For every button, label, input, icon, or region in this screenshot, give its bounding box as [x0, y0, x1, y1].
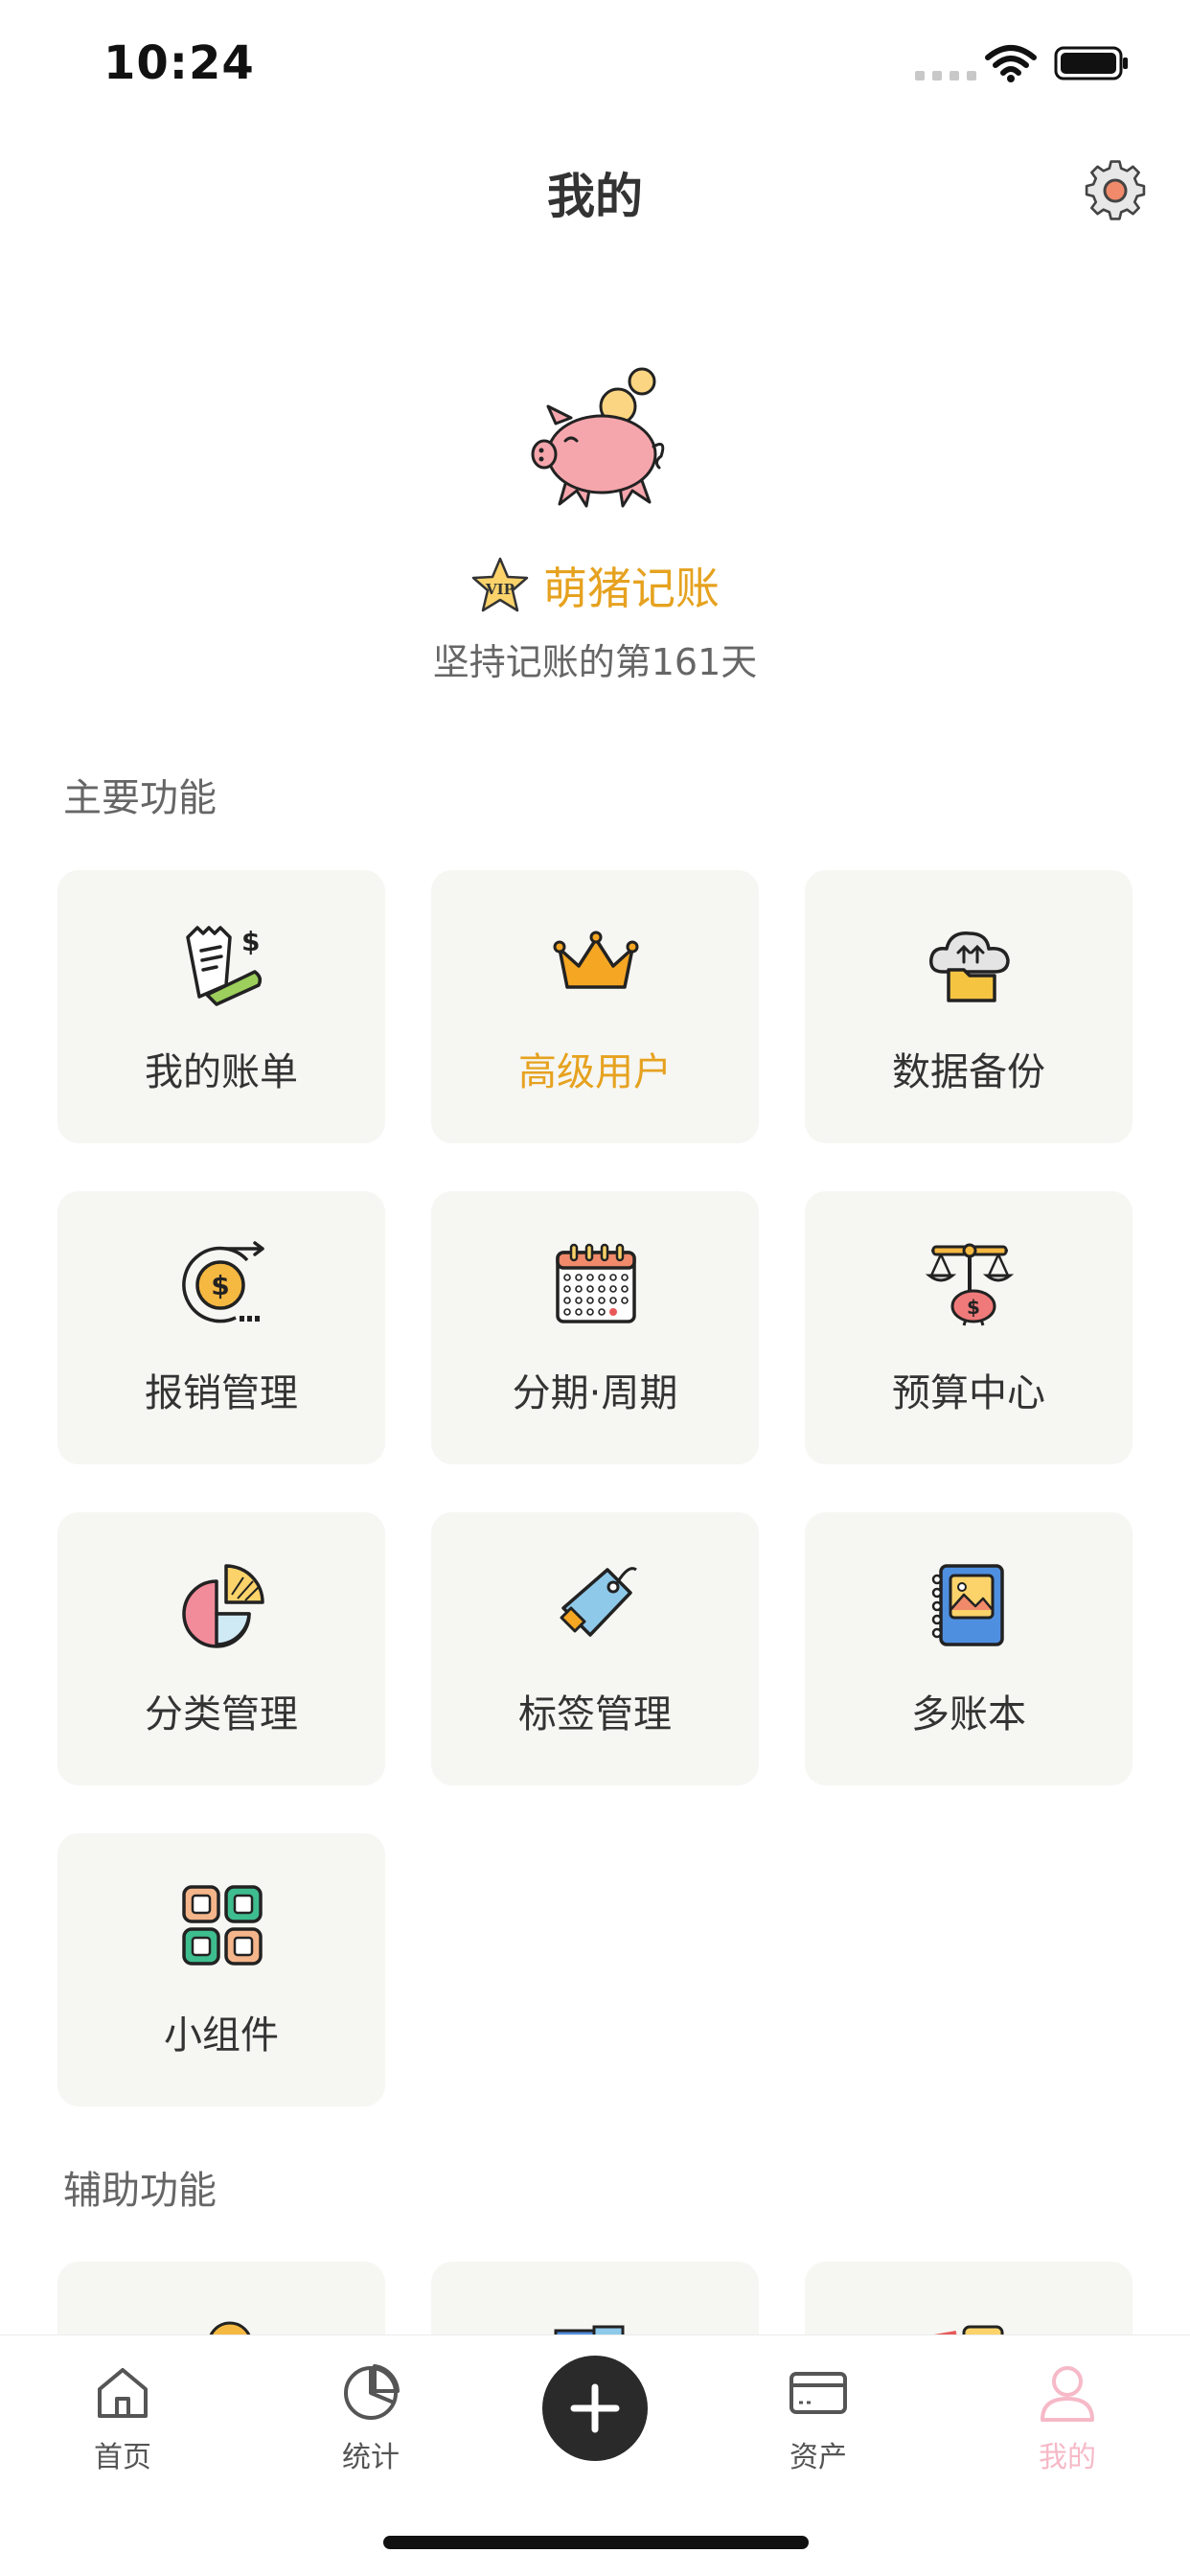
svg-text:$: $: [967, 1296, 980, 1319]
tab-label: 首页: [94, 2441, 151, 2474]
cellular-signal-icon: [915, 71, 976, 80]
tab-label: 统计: [342, 2441, 400, 2474]
feature-label: 多账本: [911, 1692, 1026, 1736]
feature-label: 数据备份: [892, 1050, 1045, 1094]
tab-assets[interactable]: 资产: [742, 2362, 895, 2475]
feature-widgets[interactable]: 小组件: [57, 1833, 385, 2106]
tab-stats[interactable]: 统计: [294, 2362, 447, 2475]
feature-premium-user[interactable]: 高级用户: [431, 870, 759, 1143]
tab-label: 我的: [1039, 2441, 1096, 2474]
receipt-money-icon: $: [186, 926, 263, 1006]
vip-row[interactable]: VIP 萌猪记账: [0, 554, 1190, 617]
tab-home[interactable]: 首页: [46, 2362, 199, 2475]
section-title-main: 主要功能: [63, 776, 217, 820]
coin-refund-icon: $: [182, 1241, 264, 1323]
feature-budget-center[interactable]: $ 预算中心: [805, 1191, 1133, 1464]
home-indicator: [383, 2536, 809, 2549]
tab-mine[interactable]: 我的: [991, 2362, 1144, 2475]
feature-label: 高级用户: [518, 1050, 672, 1094]
settings-gear-icon[interactable]: [1083, 158, 1148, 223]
section-title-aux: 辅助功能: [63, 2169, 217, 2213]
feature-my-bills[interactable]: $ 我的账单: [57, 870, 385, 1143]
wifi-icon: [985, 45, 1037, 82]
vip-badge-text: VIP: [485, 581, 515, 598]
tab-label: 资产: [790, 2441, 847, 2474]
profile-icon: [1041, 2366, 1094, 2422]
feature-category-management[interactable]: 分类管理: [57, 1512, 385, 1785]
feature-label: 报销管理: [145, 1371, 298, 1415]
page-title: 我的: [547, 169, 643, 224]
app-name: 萌猪记账: [543, 563, 720, 614]
feature-label: 预算中心: [892, 1371, 1045, 1415]
feature-label: 分期·周期: [512, 1371, 678, 1415]
widget-grid-icon: [182, 1885, 263, 1966]
feature-label: 小组件: [164, 2013, 279, 2058]
vip-star-badge-icon: VIP: [471, 557, 529, 612]
plus-icon: [570, 2383, 620, 2433]
feature-label: 分类管理: [145, 1692, 298, 1736]
piggy-bank-logo: [531, 367, 665, 508]
balance-scale-pig-icon: $: [926, 1243, 1014, 1326]
price-tag-icon: [560, 1567, 637, 1637]
status-time: 10:24: [103, 36, 255, 90]
cloud-folder-icon: [929, 932, 1010, 1002]
card-icon: [790, 2372, 847, 2414]
feature-data-backup[interactable]: 数据备份: [805, 870, 1133, 1143]
crown-icon: [553, 931, 639, 989]
pie-chart-icon: [182, 1564, 264, 1648]
add-record-button[interactable]: [542, 2356, 648, 2461]
status-bar: 10:24: [0, 0, 1190, 134]
svg-text:$: $: [241, 926, 260, 957]
home-icon: [98, 2368, 148, 2418]
feature-installment-cycle[interactable]: 分期·周期: [431, 1191, 759, 1464]
battery-icon: [1054, 46, 1128, 80]
feature-tag-management[interactable]: 标签管理: [431, 1512, 759, 1785]
feature-label: 我的账单: [145, 1050, 298, 1094]
feature-multiple-ledgers[interactable]: 多账本: [805, 1512, 1133, 1785]
pie-stats-icon: [344, 2364, 400, 2420]
feature-label: 标签管理: [518, 1692, 672, 1736]
streak-days: 坚持记账的第161天: [432, 641, 758, 683]
notebook-icon: [931, 1564, 1004, 1646]
svg-text:$: $: [211, 1270, 229, 1301]
feature-reimbursement[interactable]: $ 报销管理: [57, 1191, 385, 1464]
calendar-icon: [556, 1243, 636, 1323]
